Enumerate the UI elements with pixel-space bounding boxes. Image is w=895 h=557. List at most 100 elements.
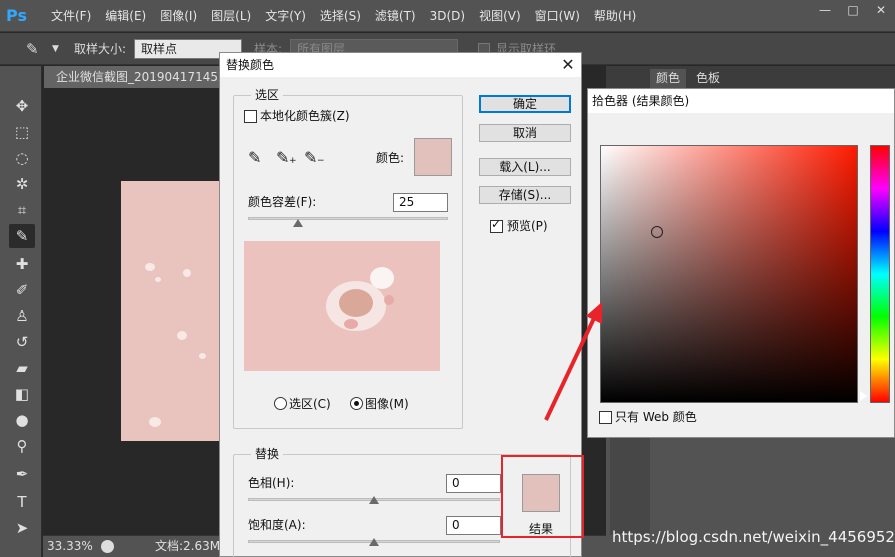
localized-clusters-label: 本地化颜色簇(Z) (260, 109, 350, 123)
color-marker[interactable] (651, 226, 663, 238)
image-radio[interactable] (350, 397, 363, 410)
saturation-input[interactable]: 0 (446, 516, 501, 535)
petal (177, 331, 187, 340)
selection-color-swatch[interactable] (414, 138, 452, 176)
save-button[interactable]: 存储(S)... (479, 186, 571, 204)
menu-help[interactable]: 帮助(H) (587, 0, 643, 32)
slider-thumb[interactable] (369, 538, 379, 546)
lasso-tool-icon[interactable]: ◌ (9, 146, 35, 170)
ok-button[interactable]: 确定 (479, 95, 571, 113)
history-brush-tool-icon[interactable]: ↺ (9, 330, 35, 354)
healing-brush-tool-icon[interactable]: ✚ (9, 252, 35, 276)
eraser-tool-icon[interactable]: ▰ (9, 356, 35, 380)
cancel-button[interactable]: 取消 (479, 124, 571, 142)
panel-tab-bar: 颜色 色板 (606, 66, 895, 88)
saturation-slider[interactable] (248, 538, 500, 552)
menu-bar: Ps 文件(F) 编辑(E) 图像(I) 图层(L) 文字(Y) 选择(S) 滤… (0, 0, 895, 32)
type-tool-icon[interactable]: T (9, 490, 35, 514)
document-tab[interactable]: 企业微信截图_2019041714524 (44, 66, 229, 88)
hue-input[interactable]: 0 (446, 474, 501, 493)
selection-radio-label: 选区(C) (289, 397, 331, 411)
menu-window[interactable]: 窗口(W) (528, 0, 587, 32)
status-menu-icon[interactable] (101, 540, 114, 553)
selection-legend: 选区 (251, 88, 284, 102)
close-window-button[interactable]: ✕ (867, 0, 895, 20)
sample-size-label: 取样大小: (74, 42, 127, 56)
hue-slider[interactable] (248, 496, 500, 510)
menu-file[interactable]: 文件(F) (44, 0, 98, 32)
load-button[interactable]: 载入(L)... (479, 158, 571, 176)
menu-3d[interactable]: 3D(D) (423, 0, 472, 32)
menu-view[interactable]: 视图(V) (472, 0, 528, 32)
panel-dock (610, 438, 650, 535)
zoom-level[interactable]: 33.33% (47, 536, 93, 557)
magic-wand-tool-icon[interactable]: ✲ (9, 172, 35, 196)
eyedropper-icon[interactable]: ✎ (248, 148, 261, 167)
hue-bar[interactable] (870, 145, 890, 403)
dialog-title: 替换颜色 (226, 58, 275, 72)
flower (370, 267, 394, 289)
color-field[interactable] (600, 145, 858, 403)
rose (384, 295, 394, 305)
paint-bucket-tool-icon[interactable]: ◧ (9, 382, 35, 406)
preview-label: 预览(P) (507, 219, 548, 233)
marquee-tool-icon[interactable]: ⬚ (9, 120, 35, 144)
localized-clusters-checkbox[interactable] (244, 110, 257, 123)
crop-tool-icon[interactable]: ⌗ (9, 198, 35, 222)
slider-thumb[interactable] (369, 496, 379, 504)
slider-track (248, 217, 448, 220)
document-image[interactable] (121, 181, 223, 441)
close-icon[interactable]: ✕ (556, 53, 580, 77)
fuzziness-value: 25 (399, 195, 415, 209)
picker-title: 拾色器 (结果颜色) (592, 94, 690, 108)
tools-panel: ✥ ⬚ ◌ ✲ ⌗ ✎ ✚ ✐ ♙ ↺ ▰ ◧ ● ⚲ ✒ T ➤ (0, 66, 42, 557)
minus-icon: − (317, 156, 325, 166)
eyedropper-tool-icon[interactable]: ✎ (9, 224, 35, 248)
plus-icon: + (289, 156, 297, 166)
eyedropper-plus-icon[interactable]: ✎ (276, 148, 289, 167)
menu-filter[interactable]: 滤镜(T) (368, 0, 423, 32)
eyedropper-icon[interactable]: ✎ (26, 33, 39, 65)
hue-label: 色相(H): (248, 476, 295, 490)
minimize-button[interactable]: — (811, 0, 839, 20)
eyedropper-minus-icon[interactable]: ✎ (304, 148, 317, 167)
chevron-down-icon[interactable]: ▼ (52, 33, 59, 65)
slider-thumb[interactable] (293, 219, 303, 227)
petal (155, 277, 161, 282)
menu-select[interactable]: 选择(S) (313, 0, 368, 32)
menu-type[interactable]: 文字(Y) (258, 0, 313, 32)
hue-slider-arrow[interactable] (860, 391, 867, 401)
menu-edit[interactable]: 编辑(E) (98, 0, 153, 32)
fuzziness-slider[interactable] (248, 217, 448, 229)
menu-items: 文件(F) 编辑(E) 图像(I) 图层(L) 文字(Y) 选择(S) 滤镜(T… (44, 0, 643, 32)
dialog-titlebar: 替换颜色 ✕ (220, 53, 581, 77)
preview-image (244, 241, 440, 371)
hue-value: 0 (452, 476, 460, 490)
blur-tool-icon[interactable]: ● (9, 408, 35, 432)
menu-image[interactable]: 图像(I) (153, 0, 204, 32)
saturation-label: 饱和度(A): (248, 518, 306, 532)
petal (149, 417, 161, 427)
tab-swatches[interactable]: 色板 (690, 69, 727, 88)
clone-stamp-tool-icon[interactable]: ♙ (9, 304, 35, 328)
selection-radio[interactable] (274, 397, 287, 410)
petal (145, 263, 155, 271)
replace-legend: 替换 (251, 447, 284, 461)
maximize-button[interactable]: □ (839, 0, 867, 20)
dodge-tool-icon[interactable]: ⚲ (9, 434, 35, 458)
document-info: 文档:2.63M/ (155, 539, 225, 553)
pen-tool-icon[interactable]: ✒ (9, 462, 35, 486)
move-tool-icon[interactable]: ✥ (9, 94, 35, 118)
tab-color[interactable]: 颜色 (650, 69, 687, 88)
web-only-label: 只有 Web 颜色 (615, 410, 697, 424)
fuzziness-label: 颜色容差(F): (248, 195, 317, 209)
menu-layer[interactable]: 图层(L) (204, 0, 258, 32)
fuzziness-input[interactable]: 25 (393, 193, 448, 212)
color-picker-dialog: 拾色器 (结果颜色) 只有 Web 颜色 (587, 88, 895, 438)
window-controls: — □ ✕ (811, 0, 895, 20)
image-radio-label: 图像(M) (365, 397, 409, 411)
petal (183, 269, 191, 277)
annotation-arrow (544, 302, 602, 421)
brush-tool-icon[interactable]: ✐ (9, 278, 35, 302)
path-selection-tool-icon[interactable]: ➤ (9, 516, 35, 540)
